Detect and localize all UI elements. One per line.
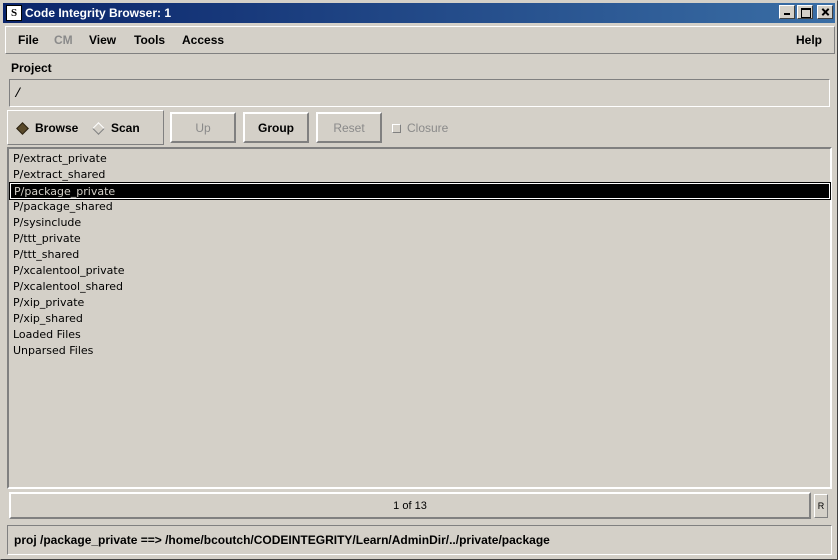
list-item[interactable]: P/xcalentool_shared <box>10 279 830 295</box>
mode-radio-group: Browse Scan <box>7 110 164 145</box>
menu-cm[interactable]: CM <box>54 33 73 47</box>
status-bar: proj /package_private ==> /home/bcoutch/… <box>7 525 832 555</box>
pager-label: 1 of 13 <box>393 499 427 512</box>
minimize-icon[interactable] <box>779 5 795 19</box>
radio-unselected-icon <box>92 121 105 135</box>
list-item[interactable]: Unparsed Files <box>10 343 830 359</box>
close-icon[interactable] <box>817 5 833 19</box>
list-item[interactable]: P/sysinclude <box>10 215 830 231</box>
scan-label: Scan <box>111 121 140 135</box>
menu-bar: File CM View Tools Access Help <box>5 26 835 54</box>
project-label: Project <box>11 61 52 75</box>
checkbox-icon <box>392 123 401 133</box>
closure-checkbox[interactable]: Closure <box>392 121 448 135</box>
closure-label: Closure <box>407 121 449 135</box>
group-button[interactable]: Group <box>243 112 309 143</box>
scroll-corner-button[interactable]: R <box>814 494 828 518</box>
browse-radio[interactable]: Browse <box>16 121 79 135</box>
list-item[interactable]: P/package_private <box>9 182 831 200</box>
list-item[interactable]: P/xip_shared <box>10 311 830 327</box>
browse-label: Browse <box>35 121 79 135</box>
list-item[interactable]: P/ttt_shared <box>10 247 830 263</box>
list-item[interactable]: P/ttt_private <box>10 231 830 247</box>
menu-help[interactable]: Help <box>796 33 822 47</box>
radio-selected-icon <box>16 121 29 135</box>
menu-access[interactable]: Access <box>182 33 224 47</box>
list-item[interactable]: P/xip_private <box>10 295 830 311</box>
project-list[interactable]: P/extract_private P/extract_shared P/packa… <box>7 147 832 489</box>
up-button[interactable]: Up <box>170 112 236 143</box>
list-item[interactable]: P/extract_shared <box>10 167 830 183</box>
maximize-icon[interactable] <box>797 5 813 19</box>
title-bar[interactable]: S Code Integrity Browser: 1 <box>3 3 835 23</box>
status-text: proj /package_private ==> /home/bcoutch/… <box>14 533 550 547</box>
menu-tools[interactable]: Tools <box>134 33 165 47</box>
window-title: Code Integrity Browser: 1 <box>25 6 172 20</box>
project-input[interactable] <box>14 84 814 102</box>
pager: 1 of 13 <box>9 492 811 519</box>
project-field[interactable] <box>9 79 830 107</box>
menu-file[interactable]: File <box>18 33 39 47</box>
menu-view[interactable]: View <box>89 33 116 47</box>
reset-button[interactable]: Reset <box>316 112 382 143</box>
list-item[interactable]: P/package_shared <box>10 199 830 215</box>
scan-radio[interactable]: Scan <box>92 121 140 135</box>
list-item[interactable]: P/xcalentool_private <box>10 263 830 279</box>
app-s-icon[interactable]: S <box>6 5 22 21</box>
window-controls <box>779 5 833 19</box>
list-item[interactable]: Loaded Files <box>10 327 830 343</box>
main-window: S Code Integrity Browser: 1 File CM View… <box>0 0 838 560</box>
list-item[interactable]: P/extract_private <box>10 151 830 167</box>
